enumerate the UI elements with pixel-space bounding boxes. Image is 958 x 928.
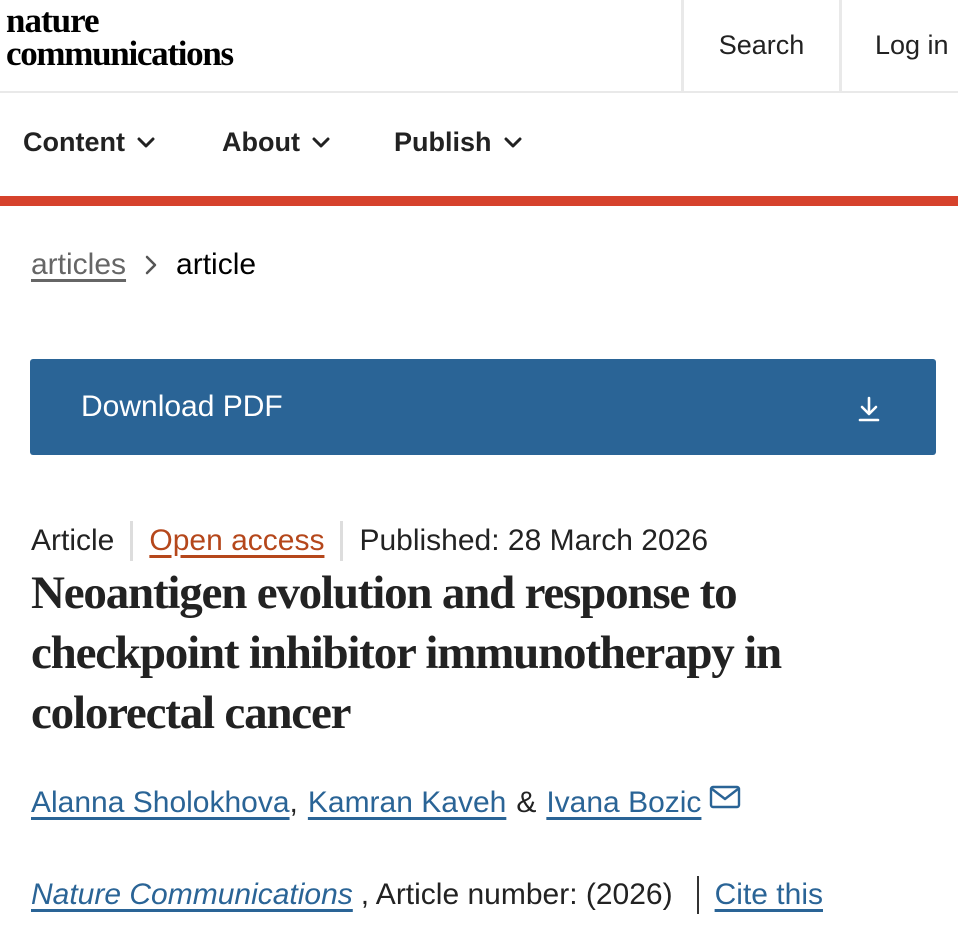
nav-item-label: About: [222, 127, 300, 157]
login-button[interactable]: Log in: [839, 0, 958, 91]
article-title: Neoantigen evolution and response to che…: [31, 567, 782, 739]
mail-icon[interactable]: [709, 785, 741, 809]
nav-item-label: Content: [23, 127, 125, 157]
author-separator: &: [516, 786, 537, 819]
author-separator: ,: [289, 786, 298, 819]
author-link[interactable]: Alanna Sholokhova: [31, 786, 290, 820]
download-pdf-label: Download PDF: [81, 390, 283, 423]
chevron-right-icon: [145, 255, 157, 275]
accent-divider: [0, 196, 958, 206]
nav-item-about[interactable]: About: [222, 127, 330, 158]
author-list: Alanna Sholokhova , Kamran Kaveh & Ivana…: [31, 785, 741, 820]
meta-divider: [130, 521, 134, 561]
download-icon: [858, 396, 880, 422]
author-link[interactable]: Ivana Bozic: [546, 786, 701, 820]
nav-item-content[interactable]: Content: [23, 127, 155, 158]
article-meta: Article Open access Published: 28 March …: [31, 521, 708, 561]
chevron-down-icon: [504, 137, 522, 147]
breadcrumb: articles article: [31, 248, 256, 282]
logo-line-2: communications: [6, 34, 234, 73]
open-access-link[interactable]: Open access: [149, 524, 324, 558]
meta-divider: [340, 521, 344, 561]
logo-line-1: nature: [6, 1, 100, 40]
article-number: , Article number: (2026): [360, 878, 673, 911]
breadcrumb-current: article: [176, 248, 257, 281]
breadcrumb-articles-link[interactable]: articles: [31, 248, 126, 282]
article-type: Article: [31, 524, 115, 557]
chevron-down-icon: [312, 137, 330, 147]
journal-logo[interactable]: nature communications: [6, 1, 234, 73]
main-nav: Content About Publish: [0, 93, 958, 197]
chevron-down-icon: [137, 137, 155, 147]
cite-divider: [696, 876, 699, 914]
nav-item-publish[interactable]: Publish: [394, 127, 522, 158]
site-header: nature communications Search Log in: [0, 0, 958, 93]
journal-link[interactable]: Nature Communications: [31, 878, 353, 912]
nav-item-label: Publish: [394, 127, 492, 157]
published-date: Published: 28 March 2026: [359, 524, 709, 557]
cite-this-link[interactable]: Cite this: [715, 878, 823, 912]
download-pdf-button[interactable]: Download PDF: [30, 359, 936, 455]
citation-line: Nature Communications , Article number: …: [31, 876, 823, 914]
author-link[interactable]: Kamran Kaveh: [308, 786, 506, 820]
search-button[interactable]: Search: [681, 0, 839, 91]
